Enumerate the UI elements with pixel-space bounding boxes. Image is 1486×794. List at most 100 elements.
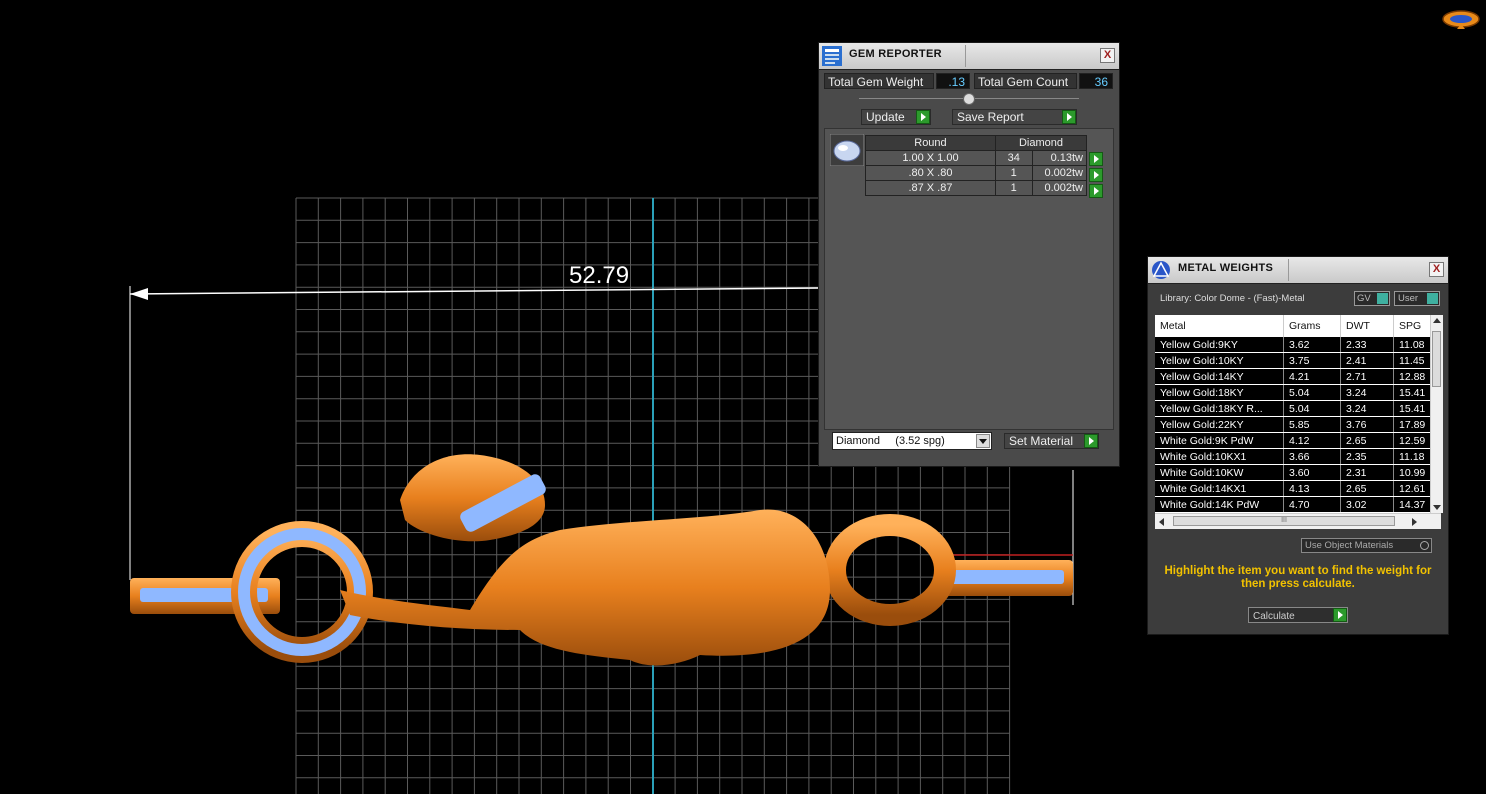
metal-row[interactable]: White Gold:10KW 3.60 2.31 10.99 bbox=[1155, 464, 1435, 481]
gem-reporter-panel: GEM REPORTER X Total Gem Weight .13 Tota… bbox=[818, 42, 1120, 467]
gv-label: GV bbox=[1357, 293, 1371, 304]
calculate-go-icon bbox=[1333, 608, 1347, 622]
scroll-up-icon[interactable] bbox=[1433, 318, 1441, 323]
metal-dwt: 3.24 bbox=[1340, 400, 1394, 417]
gem-count: 1 bbox=[994, 180, 1033, 196]
gem-list-area: Round Diamond 1.00 X 1.00 34 0.13tw .80 … bbox=[824, 128, 1114, 430]
metal-grams: 4.13 bbox=[1283, 480, 1341, 497]
metal-row[interactable]: White Gold:9K PdW 4.12 2.65 12.59 bbox=[1155, 432, 1435, 449]
metal-row[interactable]: Yellow Gold:18KY R... 5.04 3.24 15.41 bbox=[1155, 400, 1435, 417]
metal-weights-title: METAL WEIGHTS bbox=[1178, 262, 1274, 274]
tail-loop bbox=[824, 514, 956, 626]
metal-name: Yellow Gold:9KY bbox=[1155, 337, 1284, 353]
metal-dwt: 2.41 bbox=[1340, 352, 1394, 369]
dropdown-arrow-icon[interactable] bbox=[976, 434, 990, 448]
total-gem-count-label: Total Gem Count bbox=[974, 73, 1077, 89]
scroll-grip: III bbox=[1281, 517, 1287, 524]
metal-name: White Gold:14K PdW bbox=[1155, 496, 1284, 513]
metal-name: Yellow Gold:14KY bbox=[1155, 368, 1284, 385]
update-button[interactable]: Update bbox=[861, 109, 931, 125]
metal-grams: 5.04 bbox=[1283, 400, 1341, 417]
metal-grams: 5.85 bbox=[1283, 416, 1341, 433]
metal-dwt: 2.35 bbox=[1340, 448, 1394, 465]
metal-row[interactable]: White Gold:14K PdW 4.70 3.02 14.37 bbox=[1155, 496, 1435, 513]
metal-row[interactable]: Yellow Gold:18KY 5.04 3.24 15.41 bbox=[1155, 384, 1435, 401]
set-material-go-icon bbox=[1084, 434, 1098, 448]
metal-weights-titlebar[interactable]: METAL WEIGHTS X bbox=[1148, 257, 1448, 284]
metal-grams: 3.60 bbox=[1283, 464, 1341, 481]
gem-row-go-icon[interactable] bbox=[1089, 168, 1103, 182]
metal-name: Yellow Gold:22KY bbox=[1155, 416, 1284, 433]
metal-row[interactable]: Yellow Gold:9KY 3.62 2.33 11.08 bbox=[1155, 337, 1435, 353]
vertical-scrollbar[interactable] bbox=[1430, 315, 1443, 513]
metal-name: Yellow Gold:18KY bbox=[1155, 384, 1284, 401]
gem-reporter-icon bbox=[822, 46, 842, 66]
scroll-down-icon[interactable] bbox=[1433, 505, 1441, 510]
metal-spg: 15.41 bbox=[1393, 384, 1435, 401]
gem-row[interactable]: .87 X .87 1 0.002tw bbox=[865, 180, 1088, 196]
material-select[interactable]: Diamond (3.52 spg) bbox=[832, 432, 992, 450]
metal-grams: 4.12 bbox=[1283, 432, 1341, 449]
gem-size: 1.00 X 1.00 bbox=[865, 150, 996, 166]
metal-grams: 4.21 bbox=[1283, 368, 1341, 385]
gem-material-header: Diamond bbox=[994, 135, 1088, 151]
gem-row[interactable]: 1.00 X 1.00 34 0.13tw bbox=[865, 150, 1088, 166]
horizontal-scrollbar[interactable]: III bbox=[1155, 513, 1441, 529]
metal-weights-panel: METAL WEIGHTS X Library: Color Dome - (F… bbox=[1147, 256, 1449, 635]
gem-row-go-icon[interactable] bbox=[1089, 184, 1103, 198]
save-report-button[interactable]: Save Report bbox=[952, 109, 1077, 125]
metal-spg: 11.08 bbox=[1393, 337, 1435, 353]
metal-row[interactable]: White Gold:14KX1 4.13 2.65 12.61 bbox=[1155, 480, 1435, 497]
metal-dwt: 2.65 bbox=[1340, 480, 1394, 497]
vertical-scroll-thumb[interactable] bbox=[1432, 331, 1441, 387]
update-label: Update bbox=[866, 110, 905, 124]
metal-dwt: 2.33 bbox=[1340, 337, 1394, 353]
horizontal-scroll-thumb[interactable]: III bbox=[1173, 516, 1395, 526]
gem-weight: 0.13tw bbox=[1031, 150, 1088, 166]
gem-reporter-titlebar[interactable]: GEM REPORTER X bbox=[819, 43, 1119, 70]
material-select-value: Diamond (3.52 spg) bbox=[836, 435, 945, 447]
checkbox-circle-icon bbox=[1420, 541, 1429, 550]
metal-row[interactable]: Yellow Gold:10KY 3.75 2.41 11.45 bbox=[1155, 352, 1435, 369]
gem-row[interactable]: .80 X .80 1 0.002tw bbox=[865, 165, 1088, 181]
gem-size: .87 X .87 bbox=[865, 180, 996, 196]
metal-name: White Gold:10KW bbox=[1155, 464, 1284, 481]
calculate-button[interactable]: Calculate bbox=[1248, 607, 1348, 623]
metal-weights-close-button[interactable]: X bbox=[1429, 262, 1444, 277]
gem-reporter-close-button[interactable]: X bbox=[1100, 48, 1115, 63]
metal-dwt: 3.02 bbox=[1340, 496, 1394, 513]
metal-row[interactable]: Yellow Gold:22KY 5.85 3.76 17.89 bbox=[1155, 416, 1435, 433]
set-material-button[interactable]: Set Material bbox=[1004, 433, 1099, 449]
gem-size: .80 X .80 bbox=[865, 165, 996, 181]
column-header-grams[interactable]: Grams bbox=[1283, 315, 1341, 337]
gem-count: 34 bbox=[994, 150, 1033, 166]
metal-spg: 17.89 bbox=[1393, 416, 1435, 433]
gem-reporter-title: GEM REPORTER bbox=[849, 48, 942, 60]
column-header-spg[interactable]: SPG bbox=[1393, 315, 1435, 337]
user-toggle[interactable]: User bbox=[1394, 291, 1440, 306]
metal-row[interactable]: Yellow Gold:14KY 4.21 2.71 12.88 bbox=[1155, 368, 1435, 385]
metal-grams: 3.62 bbox=[1283, 337, 1341, 353]
metal-spg: 15.41 bbox=[1393, 400, 1435, 417]
metal-name: Yellow Gold:10KY bbox=[1155, 352, 1284, 369]
gem-weight: 0.002tw bbox=[1031, 180, 1088, 196]
metal-dwt: 2.65 bbox=[1340, 432, 1394, 449]
column-header-metal[interactable]: Metal bbox=[1155, 315, 1284, 337]
scroll-right-icon[interactable] bbox=[1412, 518, 1417, 526]
column-header-dwt[interactable]: DWT bbox=[1340, 315, 1394, 337]
metal-dwt: 2.31 bbox=[1340, 464, 1394, 481]
round-gem-icon[interactable] bbox=[830, 134, 864, 166]
metal-row[interactable]: White Gold:10KX1 3.66 2.35 11.18 bbox=[1155, 448, 1435, 465]
metal-spg: 11.45 bbox=[1393, 352, 1435, 369]
gem-row-go-icon[interactable] bbox=[1089, 152, 1103, 166]
gem-weight: 0.002tw bbox=[1031, 165, 1088, 181]
metal-spg: 10.99 bbox=[1393, 464, 1435, 481]
splitter-knob-icon[interactable] bbox=[963, 93, 975, 105]
gem-table: Round Diamond 1.00 X 1.00 34 0.13tw .80 … bbox=[865, 135, 1088, 196]
scroll-left-icon[interactable] bbox=[1159, 518, 1164, 526]
use-object-materials-checkbox[interactable]: Use Object Materials bbox=[1301, 538, 1432, 553]
metal-name: White Gold:9K PdW bbox=[1155, 432, 1284, 449]
metal-weights-icon bbox=[1152, 261, 1170, 279]
dimension-value: 52.79 bbox=[569, 262, 630, 289]
gv-toggle[interactable]: GV bbox=[1354, 291, 1390, 306]
